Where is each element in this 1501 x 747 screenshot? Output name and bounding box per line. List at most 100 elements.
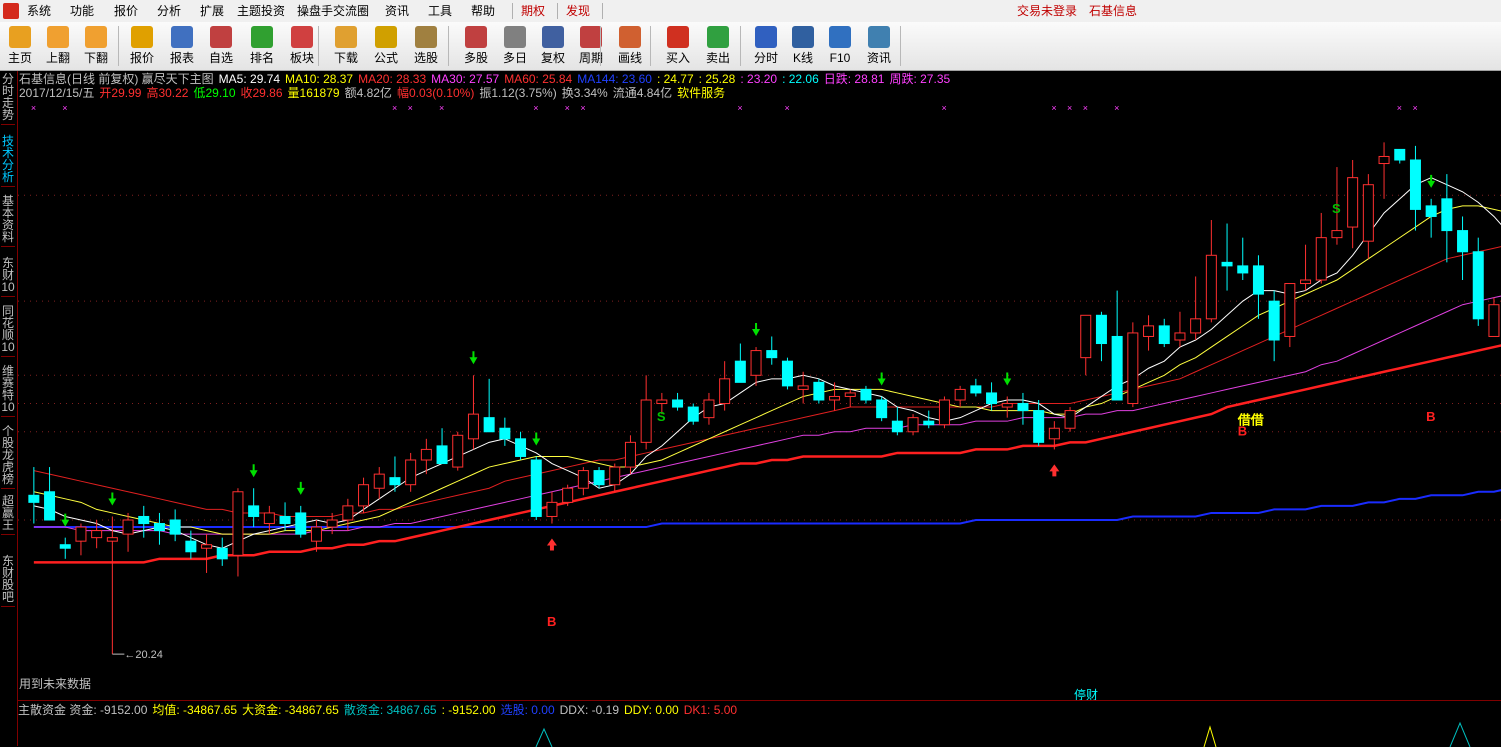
menu-theme-invest[interactable]: 主题投资 <box>237 3 285 19</box>
side-tab-4[interactable]: 同花顺10 <box>1 305 15 357</box>
toolbar-button-18[interactable]: 分时 <box>748 24 784 68</box>
toolbar-button-19[interactable]: K线 <box>785 24 821 68</box>
candle-body <box>1362 184 1374 242</box>
toolbar-button-label: 选股 <box>413 51 438 65</box>
candle-body <box>310 526 322 542</box>
toolbar-button-7[interactable]: 板块 <box>284 24 320 68</box>
arrow-up-icon <box>47 26 69 48</box>
side-tab-1[interactable]: 技术分析 <box>1 135 15 187</box>
candle-body <box>703 399 715 419</box>
candle-body <box>734 360 746 383</box>
candle-body <box>389 477 401 486</box>
side-tab-8[interactable]: 东财股吧 <box>1 555 15 607</box>
toolbar-button-label: 画线 <box>617 51 642 65</box>
toolbar-button-label: 买入 <box>665 51 690 65</box>
toolbar-button-label: F10 <box>829 51 851 65</box>
candle-body <box>1190 318 1202 334</box>
candle-body <box>248 505 260 517</box>
trade-login-status[interactable]: 交易未登录 <box>1017 3 1077 19</box>
candle-body <box>1394 148 1406 161</box>
kline-chart[interactable]: × × × × × × × × × × × × × × × × ×BSSBB借借←20.24 <box>18 100 1501 700</box>
candle-body <box>1174 332 1186 341</box>
candle-body <box>766 350 778 359</box>
kline-icon <box>792 26 814 48</box>
toolbar-button-label: 上翻 <box>45 51 70 65</box>
menu-help[interactable]: 帮助 <box>471 3 495 19</box>
sell-arrow-icon <box>752 323 761 337</box>
toolbar-button-4[interactable]: 报表 <box>164 24 200 68</box>
quote-summary: 2017/12/15/五 开29.99 高30.22 低29.10 收29.86 量161… <box>19 86 730 100</box>
top-signal-mark: × <box>439 103 444 113</box>
side-tab-5[interactable]: 维赛特10 <box>1 365 15 417</box>
top-signal-mark: × <box>1051 103 1056 113</box>
candle-body <box>169 519 181 535</box>
toolbar-button-21[interactable]: 资讯 <box>861 24 897 68</box>
toolbar-button-label: 自选 <box>208 51 233 65</box>
toolbar-button-20[interactable]: F10 <box>822 24 858 68</box>
buy-arrow-icon <box>546 538 557 551</box>
toolbar-button-2[interactable]: 下翻 <box>78 24 114 68</box>
toolbar-button-10[interactable]: 选股 <box>408 24 444 68</box>
toolbar-button-label: 报价 <box>129 51 154 65</box>
menu-discover[interactable]: 发现 <box>566 3 590 19</box>
legend-item: MA5: 29.74 <box>218 72 281 86</box>
legend-item: 振1.12(3.75%) <box>479 86 557 100</box>
menu-news[interactable]: 资讯 <box>385 3 409 19</box>
side-tab-7[interactable]: 超赢王 <box>1 495 15 535</box>
side-tab-3[interactable]: 东财10 <box>1 257 15 297</box>
top-signal-mark: × <box>1067 103 1072 113</box>
toolbar-button-14[interactable]: 周期 <box>573 24 609 68</box>
candle-body <box>1331 230 1343 239</box>
candle-body <box>279 515 291 525</box>
menu-trader-circle[interactable]: 操盘手交流圈 <box>297 3 369 19</box>
sell-icon <box>707 26 729 48</box>
toolbar: 主页 上翻 下翻 报价 报表 自选 排名 板块 下载 公式 选股 多股 多日 复权 周期 画线 买入 卖出 分时 K线… <box>0 22 1501 71</box>
top-signal-mark: × <box>31 103 36 113</box>
candle-body <box>1268 300 1280 341</box>
side-tab-2[interactable]: 基本资料 <box>1 195 15 247</box>
sector-icon <box>291 26 313 48</box>
menu-quote[interactable]: 报价 <box>114 3 138 19</box>
menu-tools[interactable]: 工具 <box>428 3 452 19</box>
stock-name-title: 石基信息 <box>1089 4 1138 18</box>
toolbar-button-8[interactable]: 下载 <box>328 24 364 68</box>
toolbar-button-6[interactable]: 排名 <box>244 24 280 68</box>
formula-icon <box>375 26 397 48</box>
app-logo-icon[interactable] <box>3 3 19 19</box>
legend-item: 低29.10 <box>193 86 236 100</box>
side-tab-0[interactable]: 分时走势 <box>1 73 15 125</box>
menu-extend[interactable]: 扩展 <box>200 3 224 19</box>
toolbar-button-label: 下载 <box>333 51 358 65</box>
candle-body <box>1347 177 1359 228</box>
candle-body <box>1472 251 1484 320</box>
toolbar-button-1[interactable]: 上翻 <box>40 24 76 68</box>
toolbar-button-16[interactable]: 买入 <box>660 24 696 68</box>
sell-arrow-icon <box>108 492 117 506</box>
top-signal-mark: × <box>1114 103 1119 113</box>
toolbar-button-13[interactable]: 复权 <box>535 24 571 68</box>
menu-system[interactable]: 系统 <box>27 3 51 19</box>
candle-body <box>1048 427 1060 440</box>
toolbar-button-17[interactable]: 卖出 <box>700 24 736 68</box>
candle-body <box>640 399 652 443</box>
capital-flow-panel[interactable]: 主散资金 资金: -9152.00 均值: -34867.65 大资金: -3486… <box>18 700 1501 747</box>
toolbar-button-11[interactable]: 多股 <box>458 24 494 68</box>
candle-body <box>420 448 432 461</box>
toolbar-button-0[interactable]: 主页 <box>2 24 38 68</box>
toolbar-button-3[interactable]: 报价 <box>124 24 160 68</box>
candle-body <box>1158 325 1170 345</box>
indicator-legend: 石基信息(日线 前复权) 赢尽天下主图 MA5: 29.74 MA10: 28.37… <box>19 72 955 86</box>
toolbar-button-5[interactable]: 自选 <box>203 24 239 68</box>
menu-function[interactable]: 功能 <box>70 3 94 19</box>
menu-separator <box>512 3 513 19</box>
toolbar-button-12[interactable]: 多日 <box>497 24 533 68</box>
menu-analysis[interactable]: 分析 <box>157 3 181 19</box>
toolbar-button-15[interactable]: 画线 <box>612 24 648 68</box>
f10-icon <box>829 26 851 48</box>
toolbar-button-9[interactable]: 公式 <box>368 24 404 68</box>
candle-body <box>750 350 762 376</box>
side-tab-6[interactable]: 个股龙虎榜 <box>1 425 15 489</box>
candle-body <box>138 515 150 525</box>
top-signal-mark: × <box>392 103 397 113</box>
menu-options[interactable]: 期权 <box>521 3 545 19</box>
